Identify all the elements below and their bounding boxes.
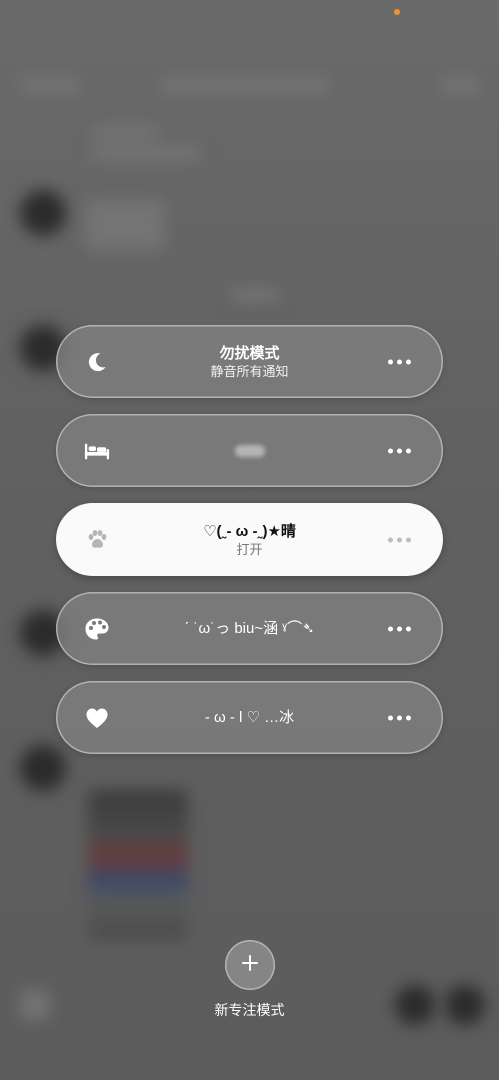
focus-mode-title: ♡(˷‑ ω ‑˷)★晴 <box>203 522 296 540</box>
focus-mode-list: 勿扰模式 静音所有通知 ♡(˷‑ ω ‑˷)★晴 打开 ˊ ˙ω˙っ biu~涵… <box>56 325 443 770</box>
focus-mode-do-not-disturb[interactable]: 勿扰模式 静音所有通知 <box>56 325 443 398</box>
more-icon[interactable] <box>384 353 415 370</box>
focus-mode-text: - ω - l ♡ …冰 <box>126 681 373 754</box>
more-icon[interactable] <box>384 620 415 637</box>
paw-icon <box>84 527 110 553</box>
backdrop-blur-shape <box>440 80 480 90</box>
more-icon[interactable] <box>384 531 415 548</box>
backdrop-blur-shape <box>230 290 280 300</box>
focus-mode-text: 勿扰模式 静音所有通知 <box>126 325 373 398</box>
more-icon[interactable] <box>384 709 415 726</box>
focus-mode-title-blurred <box>234 444 265 457</box>
focus-mode-text <box>126 414 373 487</box>
plus-icon <box>241 954 259 977</box>
palette-icon <box>84 616 110 642</box>
focus-mode-text: ˊ ˙ω˙っ biu~涵 ˠ⌒➴ <box>126 592 373 665</box>
backdrop-blur-shape <box>20 190 66 236</box>
focus-mode-heart[interactable]: - ω - l ♡ …冰 <box>56 681 443 754</box>
backdrop-blur-shape <box>90 148 200 158</box>
more-icon[interactable] <box>384 442 415 459</box>
focus-mode-title: 勿扰模式 <box>219 344 280 362</box>
new-focus-mode-label[interactable]: 新专注模式 <box>215 1000 285 1020</box>
new-focus-mode-button[interactable] <box>224 940 275 990</box>
moon-icon <box>84 349 110 375</box>
backdrop-blur-shape <box>160 80 330 90</box>
focus-mode-sleep[interactable] <box>56 414 443 487</box>
backdrop-blur-shape <box>90 128 160 138</box>
focus-mode-active[interactable]: ♡(˷‑ ω ‑˷)★晴 打开 <box>56 503 443 576</box>
focus-mode-subtitle: 静音所有通知 <box>210 363 289 379</box>
backdrop-blur-shape <box>85 200 165 250</box>
focus-mode-text: ♡(˷‑ ω ‑˷)★晴 打开 <box>126 503 373 576</box>
new-focus-mode: 新专注模式 <box>0 940 499 1020</box>
backdrop-blur-shape <box>20 80 80 90</box>
backdrop-blur-shape <box>88 790 188 940</box>
focus-mode-title: - ω - l ♡ …冰 <box>204 709 295 726</box>
focus-mode-status: 打开 <box>236 541 263 557</box>
focus-mode-title: ˊ ˙ω˙っ biu~涵 ˠ⌒➴ <box>184 620 315 637</box>
privacy-indicator-dot <box>394 9 400 15</box>
focus-mode-palette[interactable]: ˊ ˙ω˙っ biu~涵 ˠ⌒➴ <box>56 592 443 665</box>
heart-icon <box>84 705 110 731</box>
bed-icon <box>84 438 110 464</box>
